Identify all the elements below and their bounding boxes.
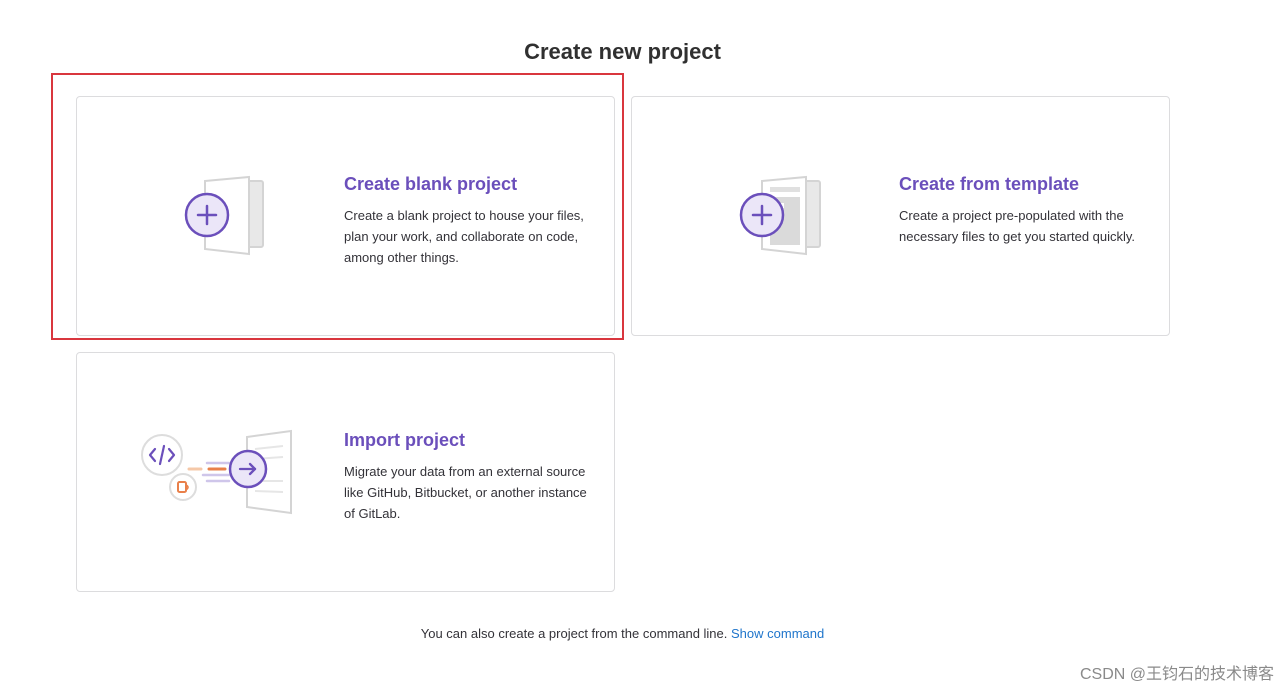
card-title: Create from template: [899, 174, 1080, 194]
show-command-link[interactable]: Show command: [731, 626, 824, 641]
create-from-template-card[interactable]: Create from template Create a project pr…: [631, 96, 1170, 336]
create-blank-project-card[interactable]: Create blank project Create a blank proj…: [76, 96, 615, 336]
card-description: Create a project pre-populated with the …: [899, 208, 1136, 244]
watermark: CSDN @王钧石的技术博客: [1079, 666, 1274, 683]
card-description: Migrate your data from an external sourc…: [344, 464, 587, 521]
card-title: Import project: [344, 430, 466, 450]
card-description: Create a blank project to house your fil…: [344, 208, 584, 265]
blank-project-illustration: [184, 175, 264, 256]
command-line-hint: You can also create a project from the c…: [0, 626, 1245, 641]
template-project-illustration: [739, 175, 821, 256]
import-project-illustration: [141, 429, 292, 515]
page-title: Create new project: [524, 39, 721, 64]
command-line-hint-text: You can also create a project from the c…: [420, 626, 728, 641]
card-title: Create blank project: [344, 174, 518, 194]
import-project-card[interactable]: Import project Migrate your data from an…: [76, 352, 615, 592]
